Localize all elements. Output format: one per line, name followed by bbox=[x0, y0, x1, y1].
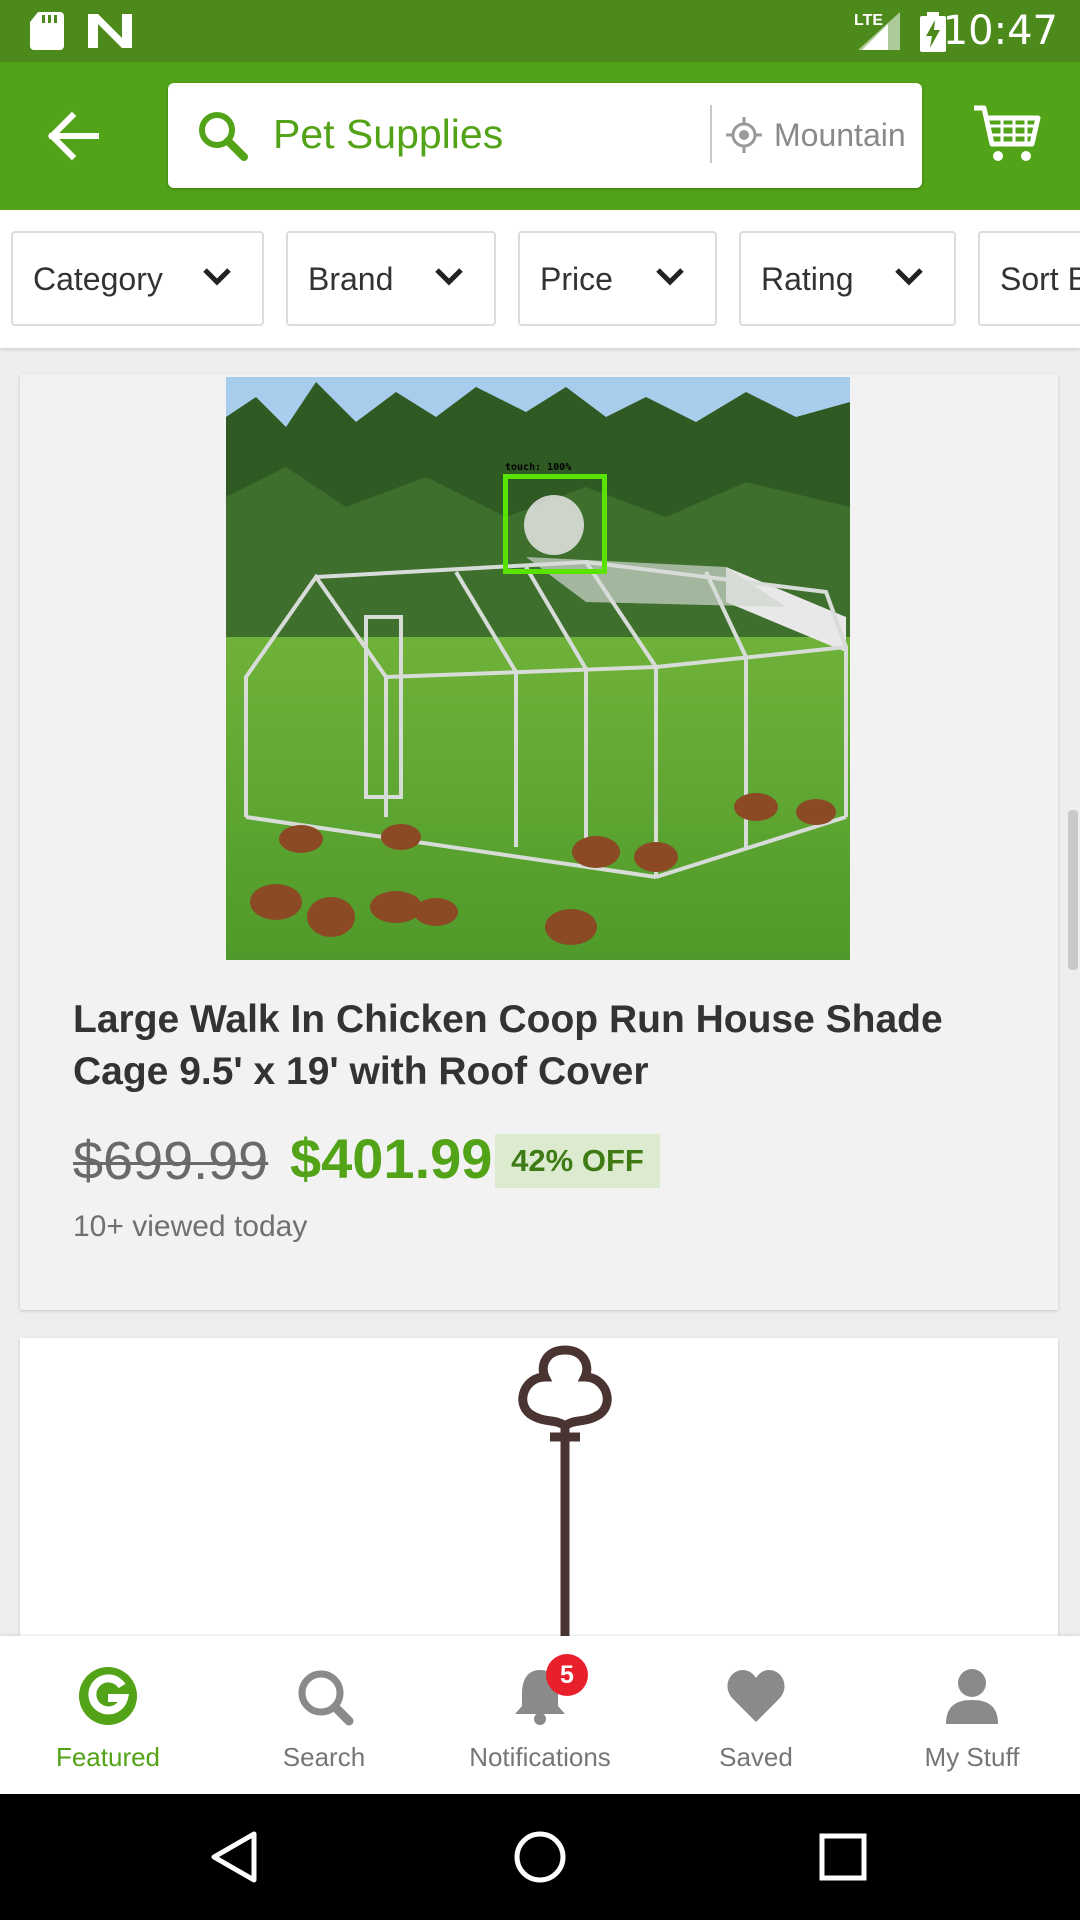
search-icon bbox=[199, 112, 248, 161]
chevron-down-icon bbox=[895, 268, 923, 286]
touch-label: touch: 100% bbox=[505, 462, 572, 473]
cart-button[interactable] bbox=[972, 102, 1042, 166]
location-icon[interactable] bbox=[726, 117, 762, 153]
filter-sort[interactable]: Sort By bbox=[978, 231, 1080, 326]
bottom-nav: Featured Search Notifications Saved My S… bbox=[0, 1636, 1080, 1794]
search-query[interactable]: Pet Supplies bbox=[273, 111, 503, 158]
nav-search[interactable]: Search bbox=[216, 1636, 432, 1794]
nav-saved[interactable]: Saved bbox=[648, 1636, 864, 1794]
filter-brand[interactable]: Brand bbox=[286, 231, 496, 326]
nav-featured[interactable]: Featured bbox=[0, 1636, 216, 1794]
nav-label: Featured bbox=[55, 1742, 161, 1772]
nav-label: My Stuff bbox=[924, 1742, 1020, 1772]
person-icon bbox=[946, 1669, 998, 1724]
recents-square-icon[interactable] bbox=[808, 1822, 878, 1892]
signal-icon bbox=[858, 12, 900, 50]
filter-label: Sort By bbox=[1000, 261, 1080, 297]
filter-bar: Category Brand Price Rating Sort By bbox=[0, 210, 1080, 348]
nav-label: Saved bbox=[719, 1742, 793, 1772]
product-title[interactable]: Large Walk In Chicken Coop Run House Sha… bbox=[73, 994, 993, 1098]
search-divider bbox=[710, 105, 712, 163]
back-triangle-icon[interactable] bbox=[200, 1822, 270, 1892]
filter-category[interactable]: Category bbox=[11, 231, 264, 326]
product-image[interactable] bbox=[500, 1342, 630, 1638]
filter-label: Brand bbox=[308, 261, 394, 297]
chevron-down-icon bbox=[203, 268, 231, 286]
groupon-g-icon bbox=[79, 1667, 137, 1725]
product-card[interactable]: touch: 100% Large Walk In Chicken Coop R… bbox=[20, 374, 1058, 1310]
sd-card-icon bbox=[30, 12, 64, 50]
filter-label: Rating bbox=[761, 261, 854, 297]
search-box[interactable]: Pet Supplies Mountain View bbox=[168, 83, 922, 188]
notifications-badge: 5 bbox=[546, 1654, 588, 1696]
original-price: $699.99 bbox=[73, 1131, 269, 1191]
touch-indicator bbox=[503, 474, 607, 574]
home-circle-icon[interactable] bbox=[505, 1822, 575, 1892]
nav-label: Notifications bbox=[469, 1742, 611, 1772]
heart-icon bbox=[727, 1670, 785, 1722]
n-notification-icon bbox=[88, 14, 132, 48]
nav-notifications[interactable]: Notifications bbox=[432, 1636, 648, 1794]
status-bar: LTE 10:47 bbox=[0, 0, 1080, 62]
filter-label: Category bbox=[33, 261, 163, 297]
filter-rating[interactable]: Rating bbox=[739, 231, 956, 326]
views-text: 10+ viewed today bbox=[73, 1210, 308, 1243]
location-text[interactable]: Mountain View bbox=[774, 117, 910, 154]
system-nav-bar bbox=[0, 1794, 1080, 1920]
status-time: 10:47 bbox=[942, 8, 1058, 54]
product-card[interactable] bbox=[20, 1338, 1058, 1638]
search-icon bbox=[298, 1670, 354, 1726]
chevron-down-icon bbox=[656, 268, 684, 286]
back-button[interactable] bbox=[36, 106, 112, 166]
chevron-down-icon bbox=[435, 268, 463, 286]
filter-label: Price bbox=[540, 261, 613, 297]
nav-my-stuff[interactable]: My Stuff bbox=[864, 1636, 1080, 1794]
sale-price: $401.99 bbox=[290, 1127, 493, 1190]
nav-label: Search bbox=[282, 1742, 366, 1772]
cart-icon bbox=[974, 105, 1041, 161]
filter-price[interactable]: Price bbox=[518, 231, 717, 326]
scrollbar-thumb[interactable] bbox=[1068, 810, 1078, 970]
app-bar: Pet Supplies Mountain View bbox=[0, 62, 1080, 210]
discount-badge: 42% OFF bbox=[495, 1134, 660, 1188]
back-arrow-icon bbox=[47, 111, 99, 161]
